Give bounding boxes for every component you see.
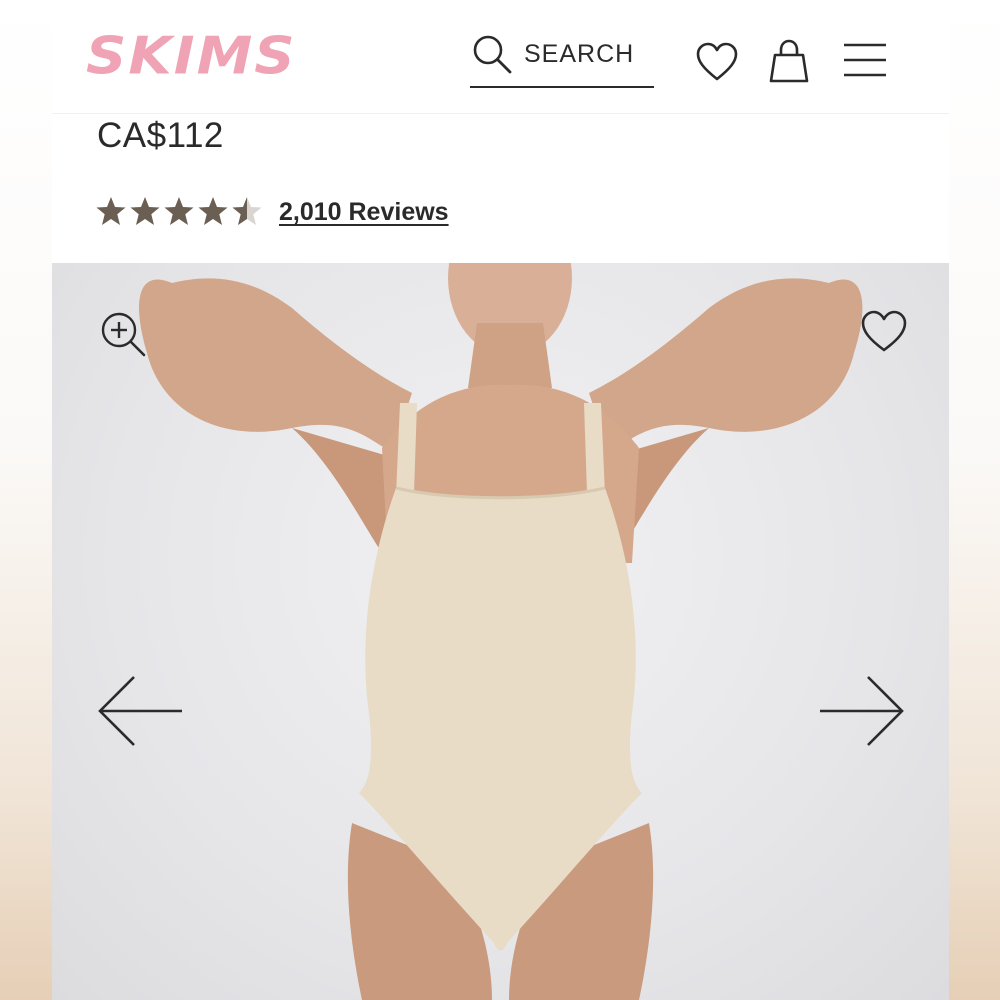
skims-logo[interactable]: SKIMS <box>86 25 297 89</box>
search-icon <box>473 35 512 74</box>
product-page: SKIMS SEARCH CA$112 2,010 Reviews <box>52 0 949 1000</box>
star-icon <box>96 197 126 225</box>
star-icon <box>130 197 160 225</box>
star-rating <box>96 197 262 225</box>
zoom-in-icon[interactable] <box>99 310 147 358</box>
shopping-bag-icon[interactable] <box>767 38 811 84</box>
star-icon <box>198 197 228 225</box>
reviews-link[interactable]: 2,010 Reviews <box>279 198 449 227</box>
arrow-left-icon[interactable] <box>96 675 186 747</box>
product-price: CA$112 <box>97 116 224 155</box>
star-icon <box>164 197 194 225</box>
site-header: SKIMS SEARCH <box>52 0 949 114</box>
hamburger-menu-icon[interactable] <box>842 42 888 78</box>
product-photo <box>139 263 863 1000</box>
product-image-gallery[interactable] <box>52 263 949 1000</box>
heart-icon[interactable] <box>695 40 739 84</box>
search-label: SEARCH <box>524 40 635 68</box>
heart-icon[interactable] <box>860 309 908 353</box>
arrow-right-icon[interactable] <box>816 675 906 747</box>
search-field[interactable]: SEARCH <box>470 30 654 88</box>
